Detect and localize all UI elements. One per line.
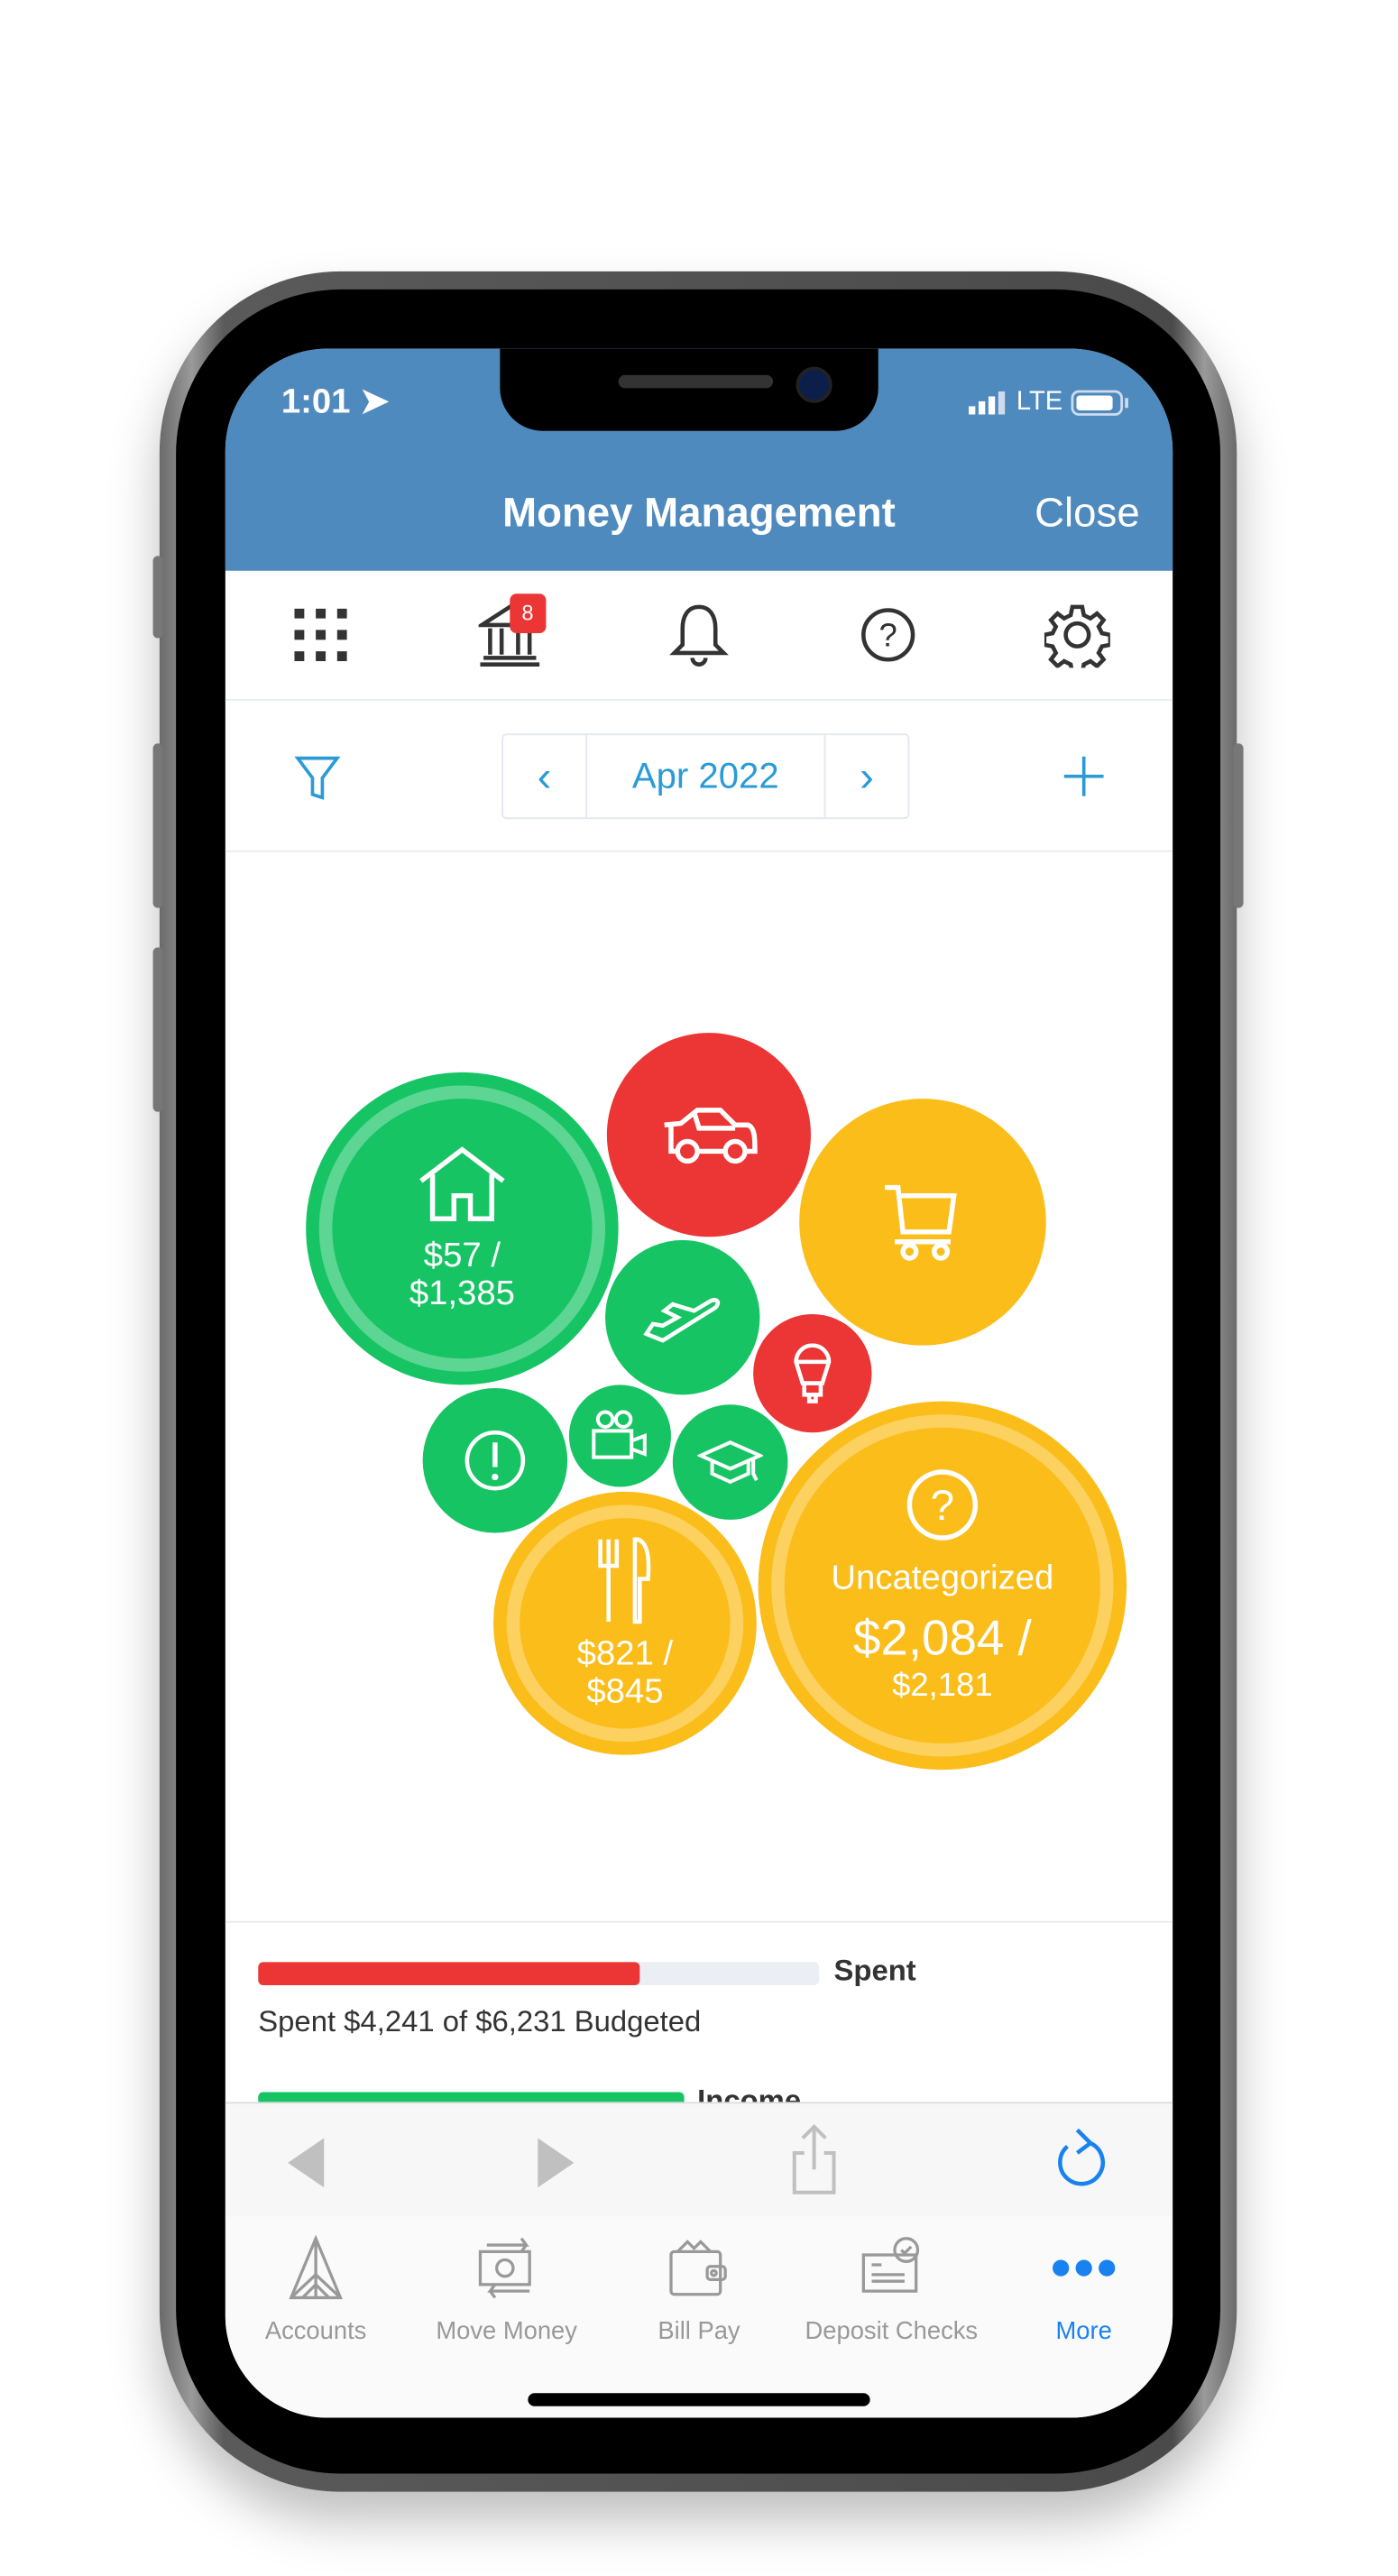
tab-label: Move Money	[436, 2317, 577, 2346]
mute-switch	[152, 556, 163, 639]
bubble-auto[interactable]	[606, 1033, 811, 1237]
signal-icon	[969, 391, 1006, 415]
notification-badge: 8	[509, 593, 547, 634]
apps-grid-icon[interactable]	[271, 593, 369, 676]
graduation-cap-icon	[697, 1440, 764, 1485]
wallet-icon	[669, 2240, 727, 2296]
plane-icon	[643, 1297, 721, 1343]
prev-month-button[interactable]: ‹	[503, 735, 587, 818]
filter-icon[interactable]	[294, 753, 341, 811]
more-icon	[1053, 2259, 1116, 2277]
volume-down-button	[152, 947, 163, 1112]
time-text: 1:01	[281, 382, 351, 421]
month-selector: ‹ Apr 2022 ›	[501, 733, 910, 820]
tab-move-money[interactable]: Move Money	[416, 2231, 597, 2345]
deposit-check-icon	[861, 2237, 920, 2293]
power-button	[1233, 743, 1244, 908]
bubble-education[interactable]	[672, 1404, 788, 1520]
bubble-uncategorized[interactable]: ? Uncategorized $2,084 / $2,181	[758, 1401, 1127, 1771]
current-month[interactable]: Apr 2022	[587, 735, 826, 818]
tab-label: Bill Pay	[658, 2317, 740, 2346]
bubble-travel[interactable]	[605, 1239, 760, 1395]
forward-arrow-icon[interactable]	[535, 2137, 577, 2189]
tab-label: More	[1055, 2317, 1112, 2346]
location-icon: ➤	[360, 382, 390, 421]
bubble-entertainment[interactable]	[568, 1385, 671, 1487]
bubble-shopping[interactable]	[799, 1099, 1046, 1346]
help-icon[interactable]: ?	[839, 593, 937, 676]
refresh-icon[interactable]	[1054, 2127, 1110, 2196]
status-time: 1:01 ➤	[281, 382, 389, 423]
bank-icon[interactable]: 8	[460, 593, 558, 676]
tab-label: Accounts	[264, 2317, 367, 2346]
page-title: Money Management	[502, 490, 896, 537]
bottom-tab-bar: Accounts Move Money Bill Pay Deposit Che…	[225, 2215, 1173, 2418]
spent-progress-bar	[258, 1962, 820, 1985]
tab-label: Deposit Checks	[805, 2317, 979, 2346]
cart-icon	[885, 1184, 957, 1261]
bubble-alert[interactable]	[422, 1388, 568, 1533]
alert-icon	[464, 1430, 526, 1491]
video-camera-icon	[592, 1410, 647, 1459]
svg-text:?: ?	[879, 617, 897, 654]
battery-icon	[1071, 390, 1129, 416]
budget-summary: Spent Spent $4,241 of $6,231 Budgeted In…	[225, 1920, 1173, 2121]
share-icon[interactable]	[787, 2123, 840, 2195]
volume-up-button	[152, 743, 163, 908]
spent-summary-text: Spent $4,241 of $6,231 Budgeted	[258, 2004, 702, 2038]
gear-icon[interactable]	[1028, 593, 1127, 676]
date-navigation-row: ‹ Apr 2022 ›	[225, 701, 1173, 852]
tab-deposit-checks[interactable]: Deposit Checks	[781, 2231, 1001, 2345]
network-text: LTE	[1016, 388, 1063, 417]
browser-toolbar	[225, 2102, 1173, 2218]
spent-progress-fill	[258, 1962, 640, 1985]
app-header: 1:01 ➤ LTE Money Management Close	[225, 348, 1173, 571]
bubble-housing[interactable]: $57 / $1,385	[306, 1072, 619, 1385]
notch	[500, 348, 878, 431]
bell-icon[interactable]	[649, 593, 748, 676]
spent-label: Spent	[833, 1954, 916, 1987]
accounts-icon	[289, 2235, 343, 2300]
home-indicator	[528, 2393, 870, 2406]
screen: 1:01 ➤ LTE Money Management Close 8 ? ‹ …	[225, 348, 1173, 2418]
car-icon	[664, 1108, 758, 1164]
bubble-dining[interactable]: $821 / $845	[493, 1491, 757, 1755]
add-icon[interactable]	[1061, 753, 1107, 807]
tab-bill-pay[interactable]: Bill Pay	[609, 2231, 790, 2345]
tab-more[interactable]: More	[993, 2231, 1173, 2345]
status-indicators: LTE	[969, 388, 1130, 418]
back-arrow-icon[interactable]	[284, 2137, 327, 2189]
next-month-button[interactable]: ›	[825, 735, 907, 817]
icon-toolbar: 8 ?	[225, 571, 1173, 701]
close-button[interactable]: Close	[1035, 490, 1140, 538]
bubble-utilities[interactable]	[753, 1313, 872, 1433]
tab-accounts[interactable]: Accounts	[225, 2231, 407, 2345]
lightbulb-icon	[794, 1343, 832, 1403]
move-money-icon	[478, 2237, 531, 2299]
